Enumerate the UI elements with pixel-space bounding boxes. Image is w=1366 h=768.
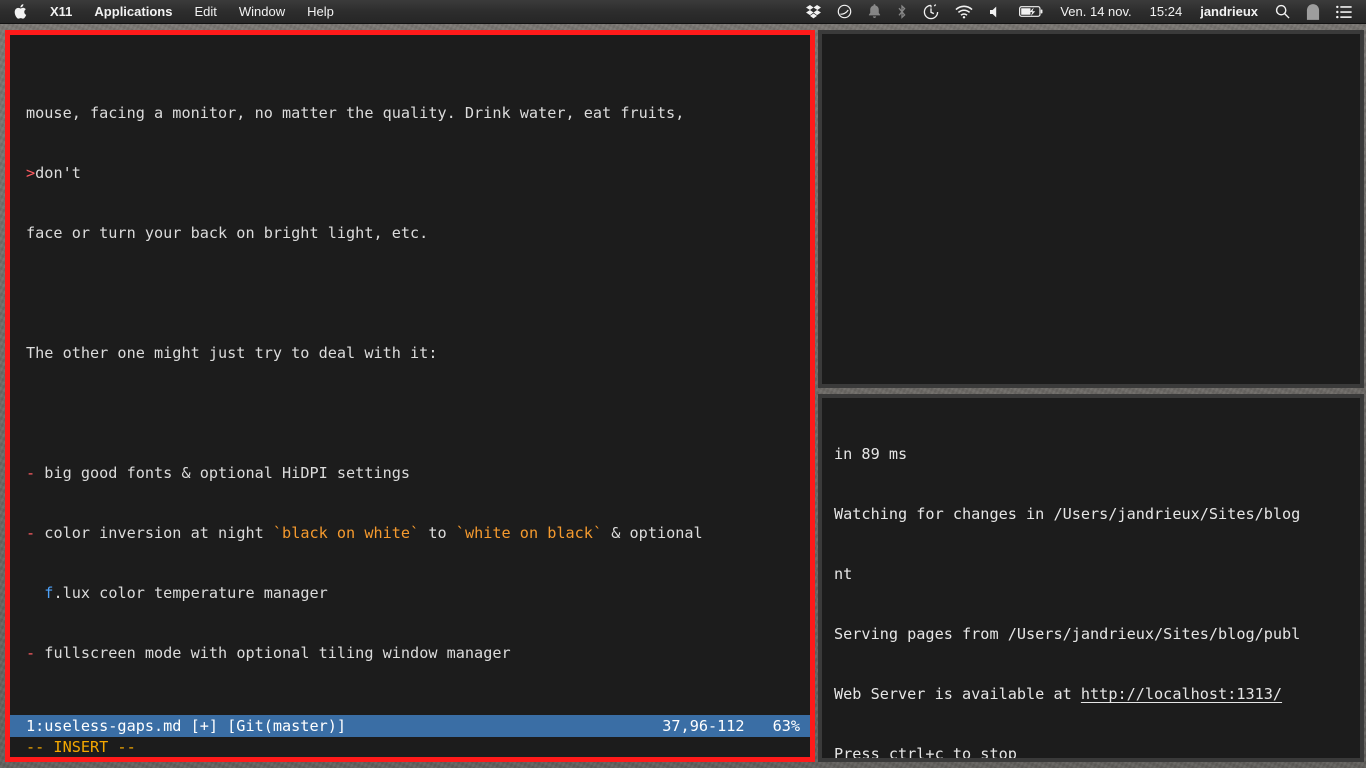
shell-prompt-line: jandrieux@cormor:~/Sites/blog master % l… — [834, 80, 1360, 100]
vim-line: f.lux color temperature manager — [44, 584, 328, 602]
vim-editor-window[interactable]: mouse, facing a monitor, no matter the q… — [5, 30, 815, 762]
menu-edit[interactable]: Edit — [183, 0, 227, 24]
hugo-server-output[interactable]: in 89 ms Watching for changes in /Users/… — [822, 398, 1360, 758]
vim-line: - big good fonts & optional HiDPI settin… — [26, 464, 411, 482]
vim-mode-indicator: -- INSERT -- — [26, 738, 136, 756]
menubar-username[interactable]: jandrieux — [1191, 0, 1267, 24]
hugo-server-canvas[interactable]: in 89 ms Watching for changes in /Users/… — [822, 398, 1360, 758]
vim-line: - fullscreen mode with optional tiling w… — [26, 644, 511, 662]
server-line: Web Server is available at http://localh… — [834, 685, 1283, 703]
shell-prompt-line-active: jandrieux@cormor:~/Sites/blog master % — [834, 260, 1360, 280]
bell-icon[interactable] — [860, 0, 889, 24]
vim-line: face or turn your back on bright light, … — [26, 224, 429, 242]
notification-center-icon[interactable] — [1328, 0, 1360, 24]
menu-help[interactable]: Help — [296, 0, 345, 24]
vim-line: - color inversion at night `black on whi… — [26, 524, 703, 542]
vim-line-blank — [26, 283, 810, 303]
time-machine-icon[interactable] — [915, 0, 947, 24]
vim-status-position: 37,96-112 — [662, 717, 745, 735]
shell-terminal-window[interactable]: jandrieux@cormor:~/Sites/blog master % l… — [818, 30, 1364, 388]
server-line: Watching for changes in /Users/jandrieux… — [834, 505, 1301, 523]
server-line: in 89 ms — [834, 445, 908, 463]
server-line: Serving pages from /Users/jandrieux/Site… — [834, 625, 1301, 643]
vim-status-filename: 1:useless-gaps.md [+] [Git(master)] — [26, 717, 347, 735]
menubar-date[interactable]: Ven. 14 nov. — [1051, 0, 1140, 24]
dropbox-icon[interactable] — [798, 0, 829, 24]
user-profile-icon[interactable] — [1298, 0, 1328, 24]
macos-menu-bar: X11 Applications Edit Window Help Ven. 1… — [0, 0, 1366, 24]
shell-ls-row: bin content public themes — [834, 140, 1360, 160]
menu-x11[interactable]: X11 — [39, 0, 83, 24]
vim-line: >don't — [26, 164, 81, 182]
menu-bar-left: X11 Applications Edit Window Help — [0, 0, 345, 24]
shell-ls-row: config.json layouts static — [834, 200, 1360, 220]
menu-bar-status-area: Ven. 14 nov. 15:24 jandrieux — [798, 0, 1366, 24]
shell-terminal-canvas[interactable]: jandrieux@cormor:~/Sites/blog master % l… — [822, 34, 1360, 384]
menu-window[interactable]: Window — [228, 0, 296, 24]
localhost-url[interactable]: http://localhost:1313/ — [1081, 685, 1282, 703]
apple-menu-icon[interactable] — [8, 4, 39, 19]
search-icon[interactable] — [1267, 0, 1298, 24]
hugo-server-window[interactable]: in 89 ms Watching for changes in /Users/… — [818, 394, 1364, 762]
vim-line: The other one might just try to deal wit… — [26, 344, 438, 362]
menubar-time[interactable]: 15:24 — [1141, 0, 1192, 24]
bluetooth-icon[interactable] — [889, 0, 915, 24]
vim-line-blank — [26, 403, 810, 423]
shell-output[interactable]: jandrieux@cormor:~/Sites/blog master % l… — [822, 34, 1360, 320]
server-line: Press ctrl+c to stop — [834, 745, 1017, 758]
server-line: nt — [834, 565, 853, 583]
vim-text-area[interactable]: mouse, facing a monitor, no matter the q… — [10, 35, 810, 757]
wifi-icon[interactable] — [947, 0, 981, 24]
volume-icon[interactable] — [981, 0, 1011, 24]
vim-editor-canvas[interactable]: mouse, facing a monitor, no matter the q… — [10, 35, 810, 757]
menu-applications[interactable]: Applications — [83, 0, 183, 24]
do-not-disturb-icon[interactable] — [829, 0, 860, 24]
vim-status-line: 1:useless-gaps.md [+] [Git(master)] 37,9… — [10, 715, 810, 737]
battery-charging-icon[interactable] — [1011, 0, 1051, 24]
vim-status-percent: 63% — [772, 717, 800, 735]
vim-line: mouse, facing a monitor, no matter the q… — [26, 104, 685, 122]
